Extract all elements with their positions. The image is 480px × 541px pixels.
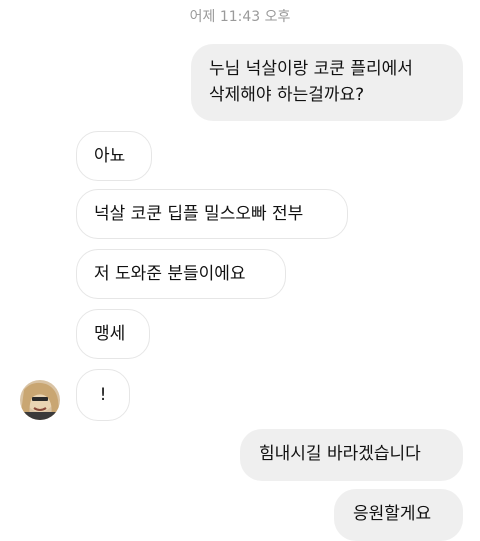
incoming-message[interactable]: ! bbox=[76, 369, 130, 421]
message-text: ! bbox=[99, 385, 107, 405]
message-text: 응원할게요 bbox=[353, 504, 432, 524]
incoming-message[interactable]: 아뇨 bbox=[76, 131, 152, 181]
incoming-message[interactable]: 넉살 코쿤 딥플 밀스오빠 전부 bbox=[76, 189, 348, 239]
outgoing-message[interactable]: 응원할게요 bbox=[334, 489, 463, 541]
sender-avatar[interactable] bbox=[20, 380, 60, 420]
incoming-message[interactable]: 맹세 bbox=[76, 309, 150, 359]
message-text-line-2: 삭제해야 하는걸까요? bbox=[209, 85, 365, 105]
message-timestamp: 어제 11:43 오후 bbox=[189, 9, 291, 25]
message-text: 저 도와준 분들이에요 bbox=[94, 264, 246, 284]
outgoing-message[interactable]: 누님 넉살이랑 코쿤 플리에서 삭제해야 하는걸까요? bbox=[191, 44, 463, 121]
avatar-image bbox=[20, 380, 60, 420]
message-text: 맹세 bbox=[94, 324, 126, 344]
message-text: 아뇨 bbox=[94, 146, 126, 166]
message-text-line-1: 누님 넉살이랑 코쿤 플리에서 bbox=[209, 59, 413, 79]
outgoing-message[interactable]: 힘내시길 바라겠습니다 bbox=[240, 429, 463, 481]
message-text: 넉살 코쿤 딥플 밀스오빠 전부 bbox=[94, 204, 304, 224]
incoming-message[interactable]: 저 도와준 분들이에요 bbox=[76, 249, 286, 299]
message-text: 힘내시길 바라겠습니다 bbox=[259, 444, 421, 464]
